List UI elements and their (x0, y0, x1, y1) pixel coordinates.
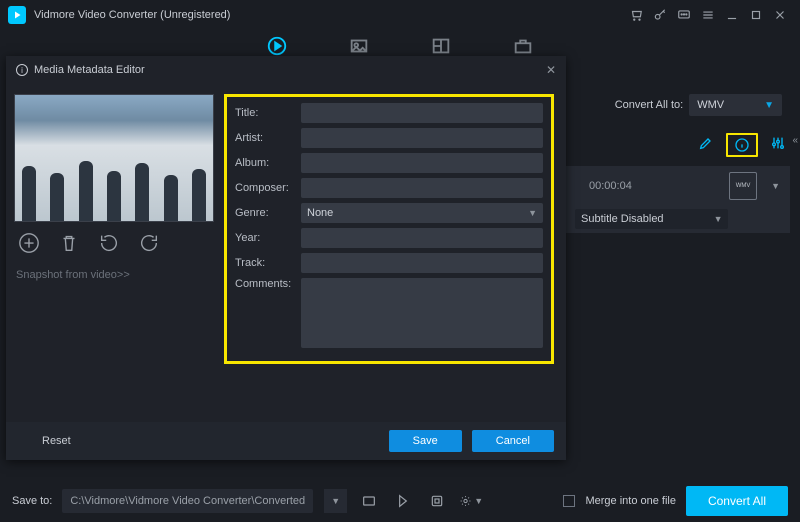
subtitle-select[interactable]: Subtitle Disabled ▼ (575, 209, 728, 229)
cancel-button[interactable]: Cancel (472, 430, 554, 452)
collapse-icon[interactable]: « (792, 135, 798, 146)
convert-all-label: Convert All to: (615, 99, 683, 111)
merge-checkbox[interactable] (563, 495, 575, 507)
menu-icon[interactable] (696, 3, 720, 27)
track-label: Track: (235, 257, 301, 269)
duration-text: 00:00:04 (589, 180, 632, 192)
merge-label: Merge into one file (585, 495, 676, 507)
close-icon[interactable]: ✕ (546, 63, 556, 77)
minimize-icon[interactable] (720, 3, 744, 27)
chevron-down-icon: ▼ (714, 214, 723, 224)
artist-label: Artist: (235, 132, 301, 144)
metadata-editor-modal: i Media Metadata Editor ✕ (6, 56, 566, 460)
save-path-caret[interactable]: ▼ (323, 489, 347, 513)
delete-cover-icon[interactable] (58, 232, 80, 259)
composer-input[interactable] (301, 178, 543, 198)
adjust-icon[interactable] (770, 135, 786, 156)
format-caret-icon[interactable]: ▼ (771, 181, 780, 191)
comments-input[interactable] (301, 278, 543, 348)
chevron-down-icon: ▼ (764, 100, 774, 111)
save-path[interactable]: C:\Vidmore\Vidmore Video Converter\Conve… (62, 489, 313, 513)
year-label: Year: (235, 232, 301, 244)
year-input[interactable] (301, 228, 543, 248)
title-label: Title: (235, 107, 301, 119)
rotate-left-icon[interactable] (98, 232, 120, 259)
app-title: Vidmore Video Converter (Unregistered) (34, 9, 230, 21)
album-label: Album: (235, 157, 301, 169)
modal-title: Media Metadata Editor (34, 64, 145, 76)
chevron-down-icon: ▼ (528, 208, 537, 218)
convert-all-button[interactable]: Convert All (686, 486, 788, 516)
tab-media[interactable] (348, 35, 370, 57)
open-folder-icon[interactable] (357, 489, 381, 513)
gpu-icon[interactable] (425, 489, 449, 513)
metadata-fields-highlight: Title: Artist: Album: Composer: Genre:No… (224, 94, 554, 364)
file-item-right: 00:00:04 WMV ▼ Subtitle Disabled ▼ (565, 130, 790, 233)
bottom-bar: Save to: C:\Vidmore\Vidmore Video Conver… (0, 480, 800, 522)
key-icon[interactable] (648, 3, 672, 27)
close-window-icon[interactable] (768, 3, 792, 27)
save-to-label: Save to: (12, 495, 52, 507)
titlebar: Vidmore Video Converter (Unregistered) (0, 0, 800, 30)
save-button[interactable]: Save (389, 430, 462, 452)
composer-label: Composer: (235, 182, 301, 194)
reset-button[interactable]: Reset (18, 430, 95, 452)
rotate-right-icon[interactable] (138, 232, 160, 259)
metadata-info-highlight[interactable] (726, 133, 758, 157)
feedback-icon[interactable] (672, 3, 696, 27)
tab-converter[interactable] (266, 35, 288, 57)
genre-select[interactable]: None▼ (301, 203, 543, 223)
output-format-value: WMV (697, 99, 724, 111)
maximize-icon[interactable] (744, 3, 768, 27)
tab-collage[interactable] (430, 35, 452, 57)
title-input[interactable] (301, 103, 543, 123)
genre-label: Genre: (235, 207, 301, 219)
cart-icon[interactable] (624, 3, 648, 27)
add-cover-icon[interactable] (18, 232, 40, 259)
settings-icon[interactable]: ▼ (459, 489, 483, 513)
app-logo (8, 6, 26, 24)
output-format-select[interactable]: WMV ▼ (689, 94, 782, 116)
convert-all-to: Convert All to: WMV ▼ (615, 94, 782, 116)
album-input[interactable] (301, 153, 543, 173)
speed-icon[interactable] (391, 489, 415, 513)
comments-label: Comments: (235, 278, 301, 290)
subtitle-value: Subtitle Disabled (581, 213, 664, 225)
info-icon: i (16, 64, 28, 76)
video-thumbnail (14, 94, 214, 222)
tab-toolbox[interactable] (512, 35, 534, 57)
snapshot-link[interactable]: Snapshot from video>> (14, 269, 224, 281)
track-input[interactable] (301, 253, 543, 273)
format-badge[interactable]: WMV (729, 172, 757, 200)
edit-icon[interactable] (698, 135, 714, 156)
artist-input[interactable] (301, 128, 543, 148)
